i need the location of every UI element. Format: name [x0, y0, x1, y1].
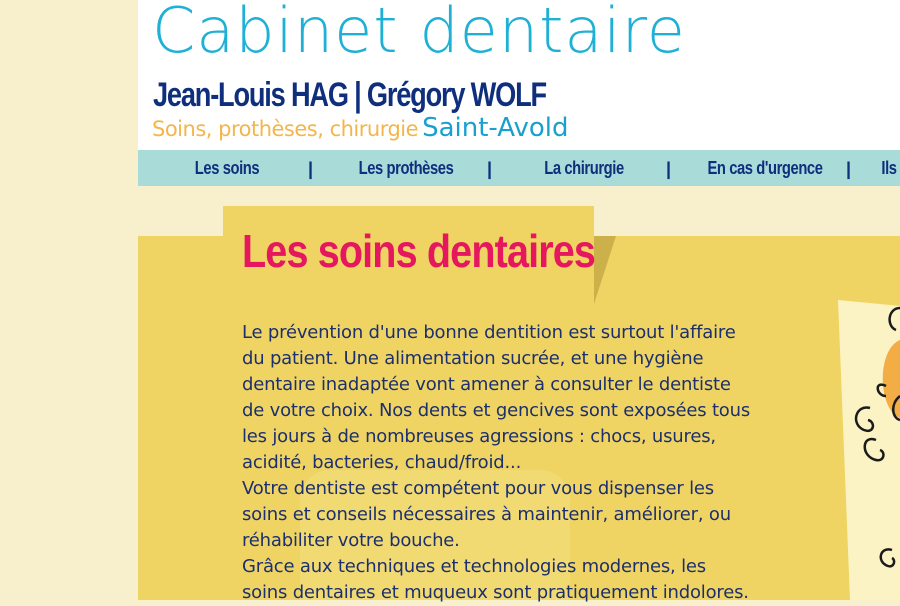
nav-item-la-chirurgie[interactable]: La chirurgie — [527, 150, 642, 186]
page-heading: Les soins dentaires — [242, 225, 596, 277]
nav-separator: | — [487, 159, 493, 179]
nav-separator: | — [308, 159, 314, 179]
nav-separator: | — [666, 159, 672, 179]
main-navigation: Les soins | Les prothèses | La chirurgie… — [138, 150, 900, 186]
doctors-names: Jean-Louis HAG | Grégory WOLF — [153, 76, 547, 114]
title-tab-fold — [594, 236, 616, 304]
paragraph-techniques: Grâce aux techniques et technologies mod… — [242, 556, 749, 603]
nav-item-les-protheses[interactable]: Les prothèses — [347, 150, 465, 186]
site-title[interactable]: Cabinet dentaire — [152, 0, 686, 67]
article-body: Le prévention d'une bonne dentition est … — [242, 320, 752, 606]
nav-item-ils[interactable]: Ils — [877, 150, 900, 186]
paragraph-prevention: Le prévention d'une bonne dentition est … — [242, 322, 750, 473]
paragraph-dentiste: Votre dentiste est compétent pour vous d… — [242, 478, 731, 551]
nav-separator: | — [846, 159, 852, 179]
tagline: Soins, prothèses, chirurgie Saint-Avold — [152, 113, 569, 143]
nav-item-les-soins[interactable]: Les soins — [185, 150, 269, 186]
services-text: Soins, prothèses, chirurgie — [152, 117, 419, 141]
nav-item-en-cas-durgence[interactable]: En cas d'urgence — [699, 150, 832, 186]
decorative-swirl-icon — [836, 300, 900, 600]
city-text: Saint-Avold — [422, 113, 569, 143]
